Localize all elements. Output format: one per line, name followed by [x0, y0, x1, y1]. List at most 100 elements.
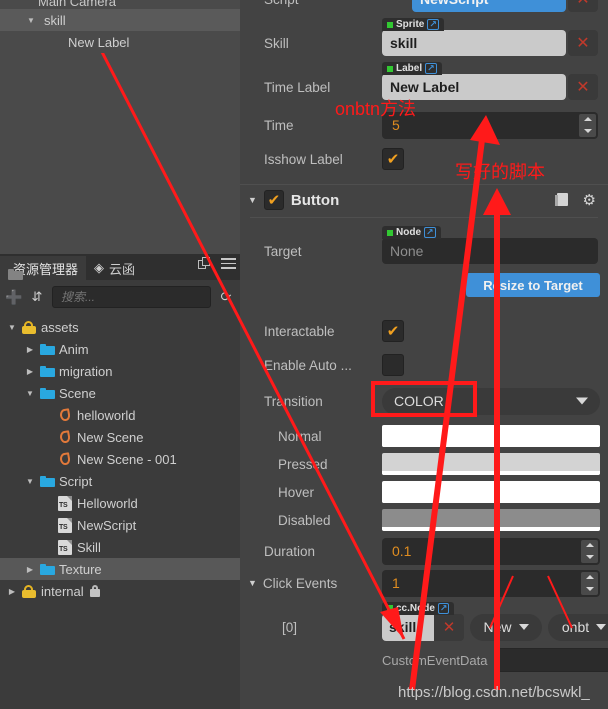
time-stepper[interactable] [579, 113, 596, 137]
hierarchy-panel: Main Camera ▼ skill New Label [0, 0, 240, 254]
hierarchy-empty-area [0, 51, 240, 254]
asset-tree-item-label: internal [41, 583, 84, 599]
chevron-down-icon[interactable]: ▼ [4, 323, 20, 332]
color-swatch-normal[interactable] [382, 425, 600, 447]
gear-icon[interactable]: ⚙ [583, 193, 596, 208]
tab-cloud-function[interactable]: ◈ 云函 [86, 256, 143, 280]
tabbar-actions [198, 257, 236, 270]
color-state-label: Hover [278, 484, 315, 500]
asset-tree-item[interactable]: ▶New Scene - 001 [0, 448, 240, 470]
clear-skill-button[interactable]: ✕ [568, 30, 598, 56]
isshow-label-checkbox[interactable] [382, 148, 404, 170]
type-tag-cc-node: cc.Node ↗ [382, 601, 455, 615]
asset-tree-item[interactable]: ▶New Scene [0, 426, 240, 448]
asset-tree-item-label: Script [59, 473, 93, 489]
click-event-handler-dropdown[interactable]: onbt [548, 613, 608, 641]
type-dot-icon [387, 605, 393, 611]
click-event-node-value[interactable]: skill [382, 613, 434, 641]
chevron-right-icon[interactable]: ▶ [22, 565, 38, 574]
clear-time-label-button[interactable]: ✕ [568, 74, 598, 100]
asset-tree-item[interactable]: ▶ Texture [0, 558, 240, 580]
duration-stepper[interactable] [581, 539, 598, 563]
chevron-down-icon[interactable]: ▼ [248, 578, 257, 588]
asset-tree-item-label: Scene [59, 385, 96, 401]
time-input[interactable]: 5 [382, 111, 598, 139]
plus-icon[interactable]: ➕ [5, 289, 22, 305]
property-row-skill: Skill Sprite ↗ skill ✕ [240, 18, 608, 58]
type-dot-icon [387, 229, 393, 236]
property-label: Duration [264, 543, 316, 559]
component-header-button[interactable]: ▼ Button ⚙ [240, 184, 608, 215]
click-event-node[interactable]: skill ✕ [382, 613, 464, 641]
click-events-stepper[interactable] [581, 571, 598, 595]
open-link-icon[interactable]: ↗ [437, 602, 450, 614]
property-label: Target [264, 243, 302, 259]
assets-bag-icon [20, 584, 38, 598]
color-swatch-disabled[interactable] [382, 509, 600, 531]
assets-bag-icon [20, 320, 38, 334]
asset-tree-item-label: Texture [59, 561, 102, 577]
color-swatch-hover[interactable] [382, 481, 600, 503]
chevron-down-icon[interactable]: ▼ [248, 195, 257, 205]
scene-icon [56, 452, 74, 466]
chevron-right-icon[interactable]: ▶ [4, 587, 20, 596]
search-field[interactable] [52, 286, 211, 308]
asset-tree-item-label: Anim [59, 341, 89, 357]
property-row-interactable: Interactable [240, 316, 608, 346]
search-input[interactable] [61, 290, 202, 304]
enable-auto-checkbox[interactable] [382, 354, 404, 376]
chevron-down-icon[interactable]: ▼ [24, 16, 38, 25]
asset-tree-item-label: Helloworld [77, 495, 138, 511]
clear-click-event-node-button[interactable]: ✕ [434, 618, 464, 636]
hierarchy-item-skill[interactable]: ▼ skill [0, 9, 240, 31]
chevron-down-icon[interactable]: ▼ [22, 389, 38, 398]
menu-icon[interactable] [221, 258, 236, 269]
asset-tree-item[interactable]: ▶ migration [0, 360, 240, 382]
type-tag-node: Node ↗ [382, 226, 441, 239]
asset-tree-item[interactable]: ▶ internal [0, 580, 240, 602]
property-label: Skill [264, 35, 289, 51]
asset-tree-item-label: assets [41, 319, 79, 335]
skill-value[interactable]: skill [382, 30, 566, 56]
book-icon[interactable] [554, 193, 569, 207]
transition-dropdown[interactable]: COLOR [382, 387, 600, 415]
duration-value: 0.1 [392, 543, 412, 559]
asset-tree-item[interactable]: ▶ Anim [0, 338, 240, 360]
asset-tree-item[interactable]: ▶TSHelloworld [0, 492, 240, 514]
interactable-checkbox[interactable] [382, 320, 404, 342]
open-link-icon[interactable]: ↗ [425, 63, 437, 74]
chevron-right-icon[interactable]: ▶ [22, 345, 38, 354]
open-link-icon[interactable]: ↗ [424, 227, 436, 238]
property-row-transition: Transition COLOR [240, 386, 608, 416]
transition-value: COLOR [394, 393, 444, 409]
click-event-component-dropdown[interactable]: New [470, 613, 542, 641]
refresh-icon[interactable]: ⟳ [218, 289, 234, 305]
type-dot-icon [387, 21, 393, 28]
chevron-right-icon[interactable]: ▶ [22, 367, 38, 376]
duration-input[interactable]: 0.1 [382, 537, 600, 565]
chevron-down-icon[interactable]: ▼ [22, 477, 38, 486]
color-swatch-pressed[interactable] [382, 453, 600, 475]
hierarchy-item-main-camera[interactable]: Main Camera [0, 0, 240, 9]
asset-tree-item-label: helloworld [77, 407, 136, 423]
asset-tree-item[interactable]: ▼ Scene [0, 382, 240, 404]
script-value[interactable]: NewScript [412, 0, 566, 12]
hierarchy-item-new-label[interactable]: New Label [0, 31, 240, 53]
copy-icon[interactable] [198, 257, 211, 270]
time-label-value[interactable]: New Label [382, 74, 566, 100]
asset-tree-item[interactable]: ▶TSNewScript [0, 514, 240, 536]
sort-icon[interactable]: ⇵ [29, 289, 45, 305]
button-enabled-checkbox[interactable] [263, 190, 284, 210]
click-events-count-input[interactable]: 1 [382, 569, 600, 597]
click-events-title: Click Events [262, 575, 338, 591]
asset-tree-item[interactable]: ▶helloworld [0, 404, 240, 426]
resize-to-target-button[interactable]: Resize to Target [466, 273, 600, 297]
open-link-icon[interactable]: ↗ [427, 19, 439, 30]
tab-asset-manager[interactable]: 资源管理器 [0, 256, 87, 280]
custom-event-data-input[interactable] [495, 648, 608, 672]
asset-tree-item[interactable]: ▼ Script [0, 470, 240, 492]
asset-tree-item[interactable]: ▶TSSkill [0, 536, 240, 558]
target-value[interactable]: None [382, 238, 598, 264]
asset-tree-item[interactable]: ▼ assets [0, 316, 240, 338]
clear-script-button[interactable]: ✕ [568, 0, 598, 12]
